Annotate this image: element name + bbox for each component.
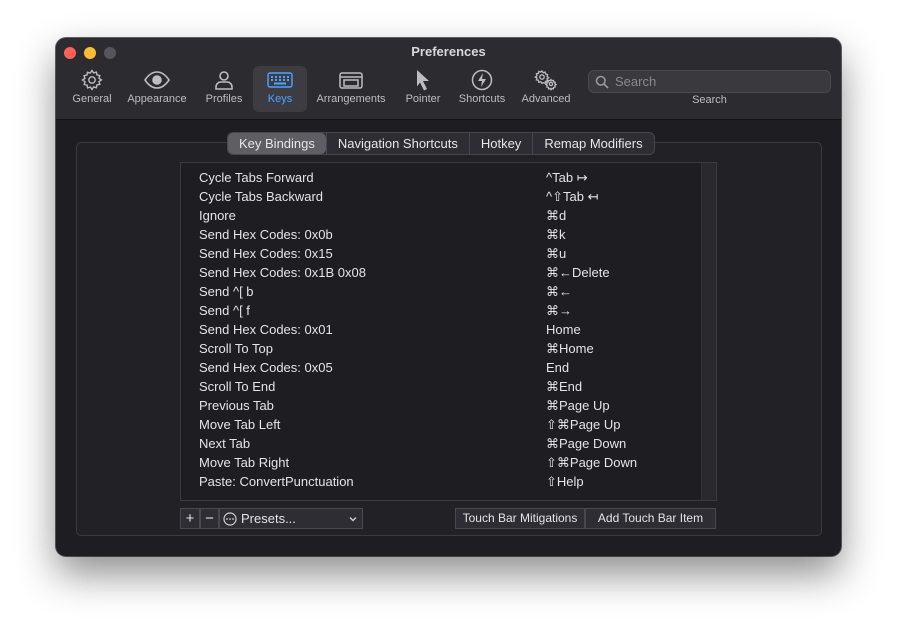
action-cell: Paste: ConvertPunctuation <box>199 474 354 489</box>
titlebar: Preferences General Appearance Profiles … <box>56 38 841 120</box>
action-cell: Next Tab <box>199 436 251 451</box>
toolbar-label: Arrangements <box>316 93 386 105</box>
shortcut-cell: ⌘d <box>546 208 567 223</box>
shortcut-cell: ⇧⌘Page Down <box>546 455 638 470</box>
add-binding-button[interactable]: + <box>180 508 200 529</box>
toolbar-profiles[interactable]: Profiles <box>199 66 249 112</box>
shortcut-cell: ⇧Help <box>546 474 584 489</box>
toolbar-label: Appearance <box>127 93 187 105</box>
toolbar-label: Pointer <box>405 93 441 105</box>
presets-dropdown[interactable]: Presets... <box>219 508 363 529</box>
shortcut-cell: End <box>546 360 570 375</box>
shortcut-cell: ^⇧Tab ↤ <box>546 189 599 204</box>
toolbar-arrangements[interactable]: Arrangements <box>312 66 390 112</box>
action-cell: Scroll To Top <box>199 341 273 356</box>
action-cell: Send Hex Codes: 0x1B 0x08 <box>199 265 366 280</box>
table-row[interactable]: Send Hex Codes: 0x15 ⌘u <box>199 245 699 264</box>
action-cell: Send Hex Codes: 0x05 <box>199 360 333 375</box>
touch-bar-mitigations-button[interactable]: Touch Bar Mitigations <box>455 508 585 529</box>
table-row[interactable]: Next Tab ⌘Page Down <box>199 435 699 454</box>
table-row[interactable]: Cycle Tabs Backward ^⇧Tab ↤ <box>199 188 699 207</box>
action-cell: Cycle Tabs Backward <box>199 189 324 204</box>
table-row[interactable]: Send Hex Codes: 0x0b ⌘k <box>199 226 699 245</box>
person-icon <box>199 68 249 94</box>
vertical-scrollbar[interactable] <box>701 163 716 500</box>
table-row[interactable]: Move Tab Right ⇧⌘Page Down <box>199 454 699 473</box>
tab-key-bindings[interactable]: Key Bindings <box>228 133 326 154</box>
add-touch-bar-item-button[interactable]: Add Touch Bar Item <box>585 508 716 529</box>
toolbar-label: Advanced <box>521 93 571 105</box>
shortcut-cell: ⌘k <box>546 227 566 242</box>
gear-icon <box>68 68 116 94</box>
action-cell: Previous Tab <box>199 398 274 413</box>
action-cell: Send ^[ f <box>199 303 250 318</box>
toolbar-advanced[interactable]: Advanced <box>517 66 575 112</box>
search-icon <box>595 75 609 89</box>
windows-icon <box>312 68 390 94</box>
table-row[interactable]: Send Hex Codes: 0x05 End <box>199 359 699 378</box>
action-cell: Cycle Tabs Forward <box>199 170 314 185</box>
eye-icon <box>124 68 190 94</box>
window-title: Preferences <box>411 44 486 59</box>
action-cell: Send ^[ b <box>199 284 254 299</box>
toolbar-general[interactable]: General <box>68 66 116 112</box>
action-cell: Move Tab Right <box>199 455 290 470</box>
action-cell: Send Hex Codes: 0x01 <box>199 322 333 337</box>
shortcut-cell: ⌘End <box>546 379 583 394</box>
table-row[interactable]: Cycle Tabs Forward ^Tab ↦ <box>199 169 699 188</box>
table-row[interactable]: Send Hex Codes: 0x1B 0x08 ⌘←Delete <box>199 264 699 283</box>
shortcut-cell: ⌘Page Up <box>546 398 610 413</box>
search-label: Search <box>692 94 727 106</box>
remove-binding-button[interactable]: − <box>200 508 219 529</box>
shortcut-cell: ^Tab ↦ <box>546 170 588 185</box>
lightning-icon <box>454 68 510 94</box>
shortcut-cell: ⌘←Delete <box>546 265 610 280</box>
table-row[interactable]: Paste: ConvertPunctuation ⇧Help <box>199 473 699 492</box>
shortcut-cell: Home <box>546 322 581 337</box>
toolbar-shortcuts[interactable]: Shortcuts <box>454 66 510 112</box>
table-row[interactable]: Previous Tab ⌘Page Up <box>199 397 699 416</box>
tab-remap-modifiers[interactable]: Remap Modifiers <box>532 133 653 154</box>
shortcut-cell: ⌘u <box>546 246 567 261</box>
table-row[interactable]: Send ^[ f ⌘→ <box>199 302 699 321</box>
toolbar-label: Shortcuts <box>458 93 506 105</box>
toolbar-label: General <box>72 93 112 105</box>
table-row[interactable]: Scroll To Top ⌘Home <box>199 340 699 359</box>
table-row[interactable]: Send ^[ b ⌘← <box>199 283 699 302</box>
bindings-list: Cycle Tabs Forward ^Tab ↦ Cycle Tabs Back… <box>199 169 699 492</box>
toolbar-pointer[interactable]: Pointer <box>399 66 447 112</box>
action-cell: Ignore <box>199 208 236 223</box>
chevron-down-icon <box>349 517 357 522</box>
keyboard-icon <box>253 68 307 94</box>
presets-label: Presets... <box>241 511 296 526</box>
tab-bar: Key Bindings Navigation Shortcuts Hotkey… <box>227 132 655 155</box>
action-cell: Move Tab Left <box>199 417 281 432</box>
shortcut-cell: ⌘→ <box>546 303 572 318</box>
shortcut-cell: ⇧⌘Page Up <box>546 417 621 432</box>
toolbar-keys[interactable]: Keys <box>253 66 307 112</box>
shortcut-cell: ⌘← <box>546 284 572 299</box>
action-cell: Send Hex Codes: 0x0b <box>199 227 333 242</box>
action-cell: Scroll To End <box>199 379 276 394</box>
toolbar-label: Profiles <box>205 93 243 105</box>
ellipsis-circle-icon <box>223 512 237 526</box>
table-row[interactable]: Scroll To End ⌘End <box>199 378 699 397</box>
search-field[interactable] <box>588 70 831 93</box>
table-row[interactable]: Move Tab Left ⇧⌘Page Up <box>199 416 699 435</box>
table-row[interactable]: Ignore ⌘d <box>199 207 699 226</box>
action-cell: Send Hex Codes: 0x15 <box>199 246 333 261</box>
tab-hotkey[interactable]: Hotkey <box>468 133 532 154</box>
gears-icon <box>517 68 575 94</box>
shortcut-cell: ⌘Page Down <box>546 436 627 451</box>
toolbar-label: Keys <box>267 93 293 105</box>
table-row[interactable]: Send Hex Codes: 0x01 Home <box>199 321 699 340</box>
toolbar-appearance[interactable]: Appearance <box>124 66 190 112</box>
shortcut-cell: ⌘Home <box>546 341 594 356</box>
search-input[interactable] <box>615 72 820 90</box>
tab-navigation-shortcuts[interactable]: Navigation Shortcuts <box>325 133 469 154</box>
preferences-window: Preferences General Appearance Profiles … <box>56 38 841 556</box>
key-bindings-table[interactable]: Cycle Tabs Forward ^Tab ↦ Cycle Tabs Back… <box>180 162 717 501</box>
pointer-icon <box>399 68 447 94</box>
